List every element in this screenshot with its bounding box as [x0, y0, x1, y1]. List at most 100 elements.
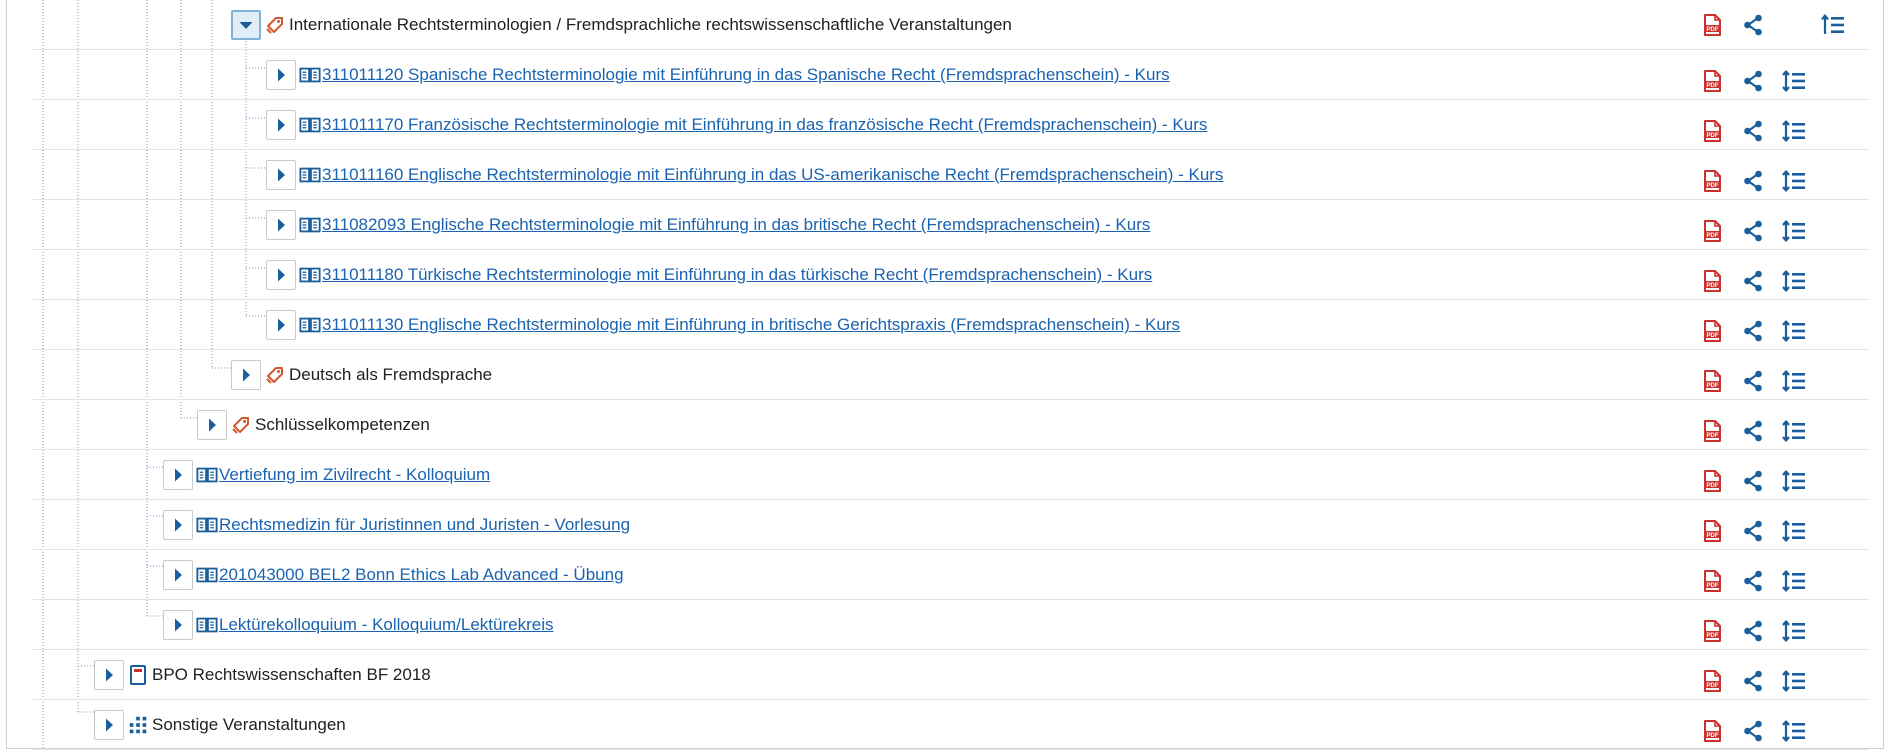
chevron-right-icon: [278, 318, 285, 332]
pdf-icon: PDF: [1704, 70, 1721, 92]
svg-text:PDF: PDF: [1707, 683, 1719, 689]
course-link[interactable]: 311011120 Spanische Rechtsterminologie m…: [322, 64, 1170, 86]
reorder-button[interactable]: [1780, 317, 1808, 345]
pdf-button[interactable]: PDF: [1698, 317, 1726, 345]
reorder-icon: [1782, 620, 1805, 642]
reorder-icon: [1782, 470, 1805, 492]
expand-toggle[interactable]: [266, 110, 296, 140]
pdf-button[interactable]: PDF: [1698, 467, 1726, 495]
share-button[interactable]: [1739, 267, 1767, 295]
reorder-button[interactable]: [1780, 517, 1808, 545]
pdf-button[interactable]: PDF: [1698, 217, 1726, 245]
expand-toggle[interactable]: [163, 560, 193, 590]
reorder-button[interactable]: [1780, 67, 1808, 95]
reorder-button[interactable]: [1780, 617, 1808, 645]
pdf-button[interactable]: PDF: [1698, 517, 1726, 545]
tree-row-311011170-franz-sische-rechtsterminologi: 311011170 Französische Rechtsterminologi…: [33, 100, 1869, 150]
reorder-button[interactable]: [1780, 167, 1808, 195]
share-icon: [1744, 520, 1762, 542]
tree-row-sonstige-veranstaltungen: Sonstige Veranstaltungen PDF: [33, 700, 1869, 750]
pdf-button[interactable]: PDF: [1698, 67, 1726, 95]
expand-toggle[interactable]: [163, 510, 193, 540]
pdf-button[interactable]: PDF: [1698, 267, 1726, 295]
pdf-button[interactable]: PDF: [1698, 11, 1726, 39]
node-label: BPO Rechtswissenschaften BF 2018: [152, 665, 431, 684]
share-button[interactable]: [1739, 117, 1767, 145]
expand-toggle[interactable]: [197, 410, 227, 440]
sort-button[interactable]: [1819, 11, 1847, 39]
share-button[interactable]: [1739, 217, 1767, 245]
expand-toggle[interactable]: [94, 710, 124, 740]
reorder-button[interactable]: [1780, 417, 1808, 445]
share-button[interactable]: [1739, 517, 1767, 545]
reorder-icon: [1782, 170, 1805, 192]
course-link[interactable]: 311011170 Französische Rechtsterminologi…: [322, 114, 1207, 136]
expand-toggle[interactable]: [163, 460, 193, 490]
reorder-icon: [1782, 670, 1805, 692]
tree-panel: Internationale Rechtsterminologien / Fre…: [6, 0, 1884, 750]
reorder-button[interactable]: [1780, 117, 1808, 145]
reorder-icon: [1782, 70, 1805, 92]
share-button[interactable]: [1739, 417, 1767, 445]
reorder-icon: [1782, 270, 1805, 292]
hierarchy-icon: [127, 714, 149, 736]
expand-toggle[interactable]: [94, 660, 124, 690]
pdf-button[interactable]: PDF: [1698, 367, 1726, 395]
book-icon: [299, 64, 321, 86]
pdf-icon: PDF: [1704, 520, 1721, 542]
course-link[interactable]: 311011130 Englische Rechtsterminologie m…: [322, 314, 1180, 336]
reorder-button[interactable]: [1780, 567, 1808, 595]
svg-text:PDF: PDF: [1707, 483, 1719, 489]
share-button[interactable]: [1739, 367, 1767, 395]
expand-toggle[interactable]: [266, 60, 296, 90]
pdf-button[interactable]: PDF: [1698, 617, 1726, 645]
reorder-button[interactable]: [1780, 217, 1808, 245]
share-button[interactable]: [1739, 467, 1767, 495]
expand-toggle[interactable]: [163, 610, 193, 640]
reorder-icon: [1782, 320, 1805, 342]
share-button[interactable]: [1739, 11, 1767, 39]
book-icon: [299, 314, 321, 336]
pdf-button[interactable]: PDF: [1698, 117, 1726, 145]
pdf-button[interactable]: PDF: [1698, 417, 1726, 445]
share-icon: [1744, 270, 1762, 292]
share-button[interactable]: [1739, 167, 1767, 195]
course-link[interactable]: Vertiefung im Zivilrecht - Kolloquium: [219, 464, 490, 486]
course-link[interactable]: Rechtsmedizin für Juristinnen und Jurist…: [219, 514, 630, 536]
share-button[interactable]: [1739, 567, 1767, 595]
tree-row-311011130-englische-rechtsterminologie-m: 311011130 Englische Rechtsterminologie m…: [33, 300, 1869, 350]
share-button[interactable]: [1739, 67, 1767, 95]
pdf-button[interactable]: PDF: [1698, 667, 1726, 695]
reorder-button[interactable]: [1780, 267, 1808, 295]
pdf-button[interactable]: PDF: [1698, 567, 1726, 595]
course-link[interactable]: 311011160 Englische Rechtsterminologie m…: [322, 164, 1223, 186]
svg-text:PDF: PDF: [1707, 83, 1719, 89]
book-icon: [196, 464, 218, 486]
pdf-button[interactable]: PDF: [1698, 717, 1726, 745]
course-link[interactable]: 311082093 Englische Rechtsterminologie m…: [322, 214, 1150, 236]
expand-toggle[interactable]: [266, 260, 296, 290]
reorder-button[interactable]: [1780, 467, 1808, 495]
course-link[interactable]: 201043000 BEL2 Bonn Ethics Lab Advanced …: [219, 564, 624, 586]
collapse-toggle[interactable]: [231, 10, 261, 40]
node-label: Sonstige Veranstaltungen: [152, 715, 346, 734]
pdf-icon: PDF: [1704, 370, 1721, 392]
tree-row-311011180-t-rkische-rechtsterminologie-m: 311011180 Türkische Rechtsterminologie m…: [33, 250, 1869, 300]
course-link[interactable]: Lektürekolloquium - Kolloquium/Lektürekr…: [219, 614, 554, 636]
reorder-button[interactable]: [1780, 367, 1808, 395]
expand-toggle[interactable]: [266, 310, 296, 340]
share-button[interactable]: [1739, 317, 1767, 345]
course-link[interactable]: 311011180 Türkische Rechtsterminologie m…: [322, 264, 1152, 286]
expand-toggle[interactable]: [266, 210, 296, 240]
reorder-button[interactable]: [1780, 717, 1808, 745]
reorder-icon: [1782, 120, 1805, 142]
expand-toggle[interactable]: [266, 160, 296, 190]
share-button[interactable]: [1739, 717, 1767, 745]
reorder-button[interactable]: [1780, 667, 1808, 695]
svg-text:PDF: PDF: [1707, 383, 1719, 389]
share-icon: [1744, 670, 1762, 692]
pdf-button[interactable]: PDF: [1698, 167, 1726, 195]
expand-toggle[interactable]: [231, 360, 261, 390]
share-button[interactable]: [1739, 617, 1767, 645]
share-button[interactable]: [1739, 667, 1767, 695]
